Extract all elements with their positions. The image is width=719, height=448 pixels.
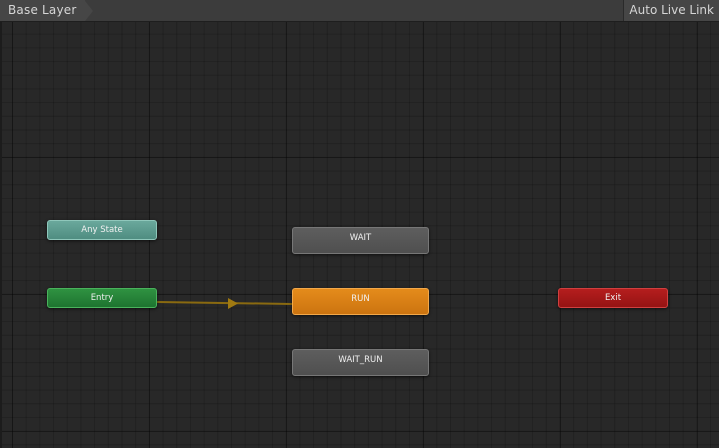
state-run[interactable]: RUN bbox=[292, 288, 429, 315]
state-wait-run[interactable]: WAIT_RUN bbox=[292, 349, 429, 376]
state-label: WAIT_RUN bbox=[338, 355, 383, 365]
state-exit[interactable]: Exit bbox=[558, 288, 668, 308]
state-wait[interactable]: WAIT bbox=[292, 227, 429, 254]
animator-toolbar: Base Layer Auto Live Link bbox=[0, 0, 719, 22]
state-label: Entry bbox=[90, 293, 114, 303]
state-label: Any State bbox=[81, 225, 123, 235]
state-any-state[interactable]: Any State bbox=[47, 220, 157, 240]
breadcrumb-arrow-icon bbox=[84, 0, 93, 21]
state-label: RUN bbox=[351, 294, 370, 304]
state-entry[interactable]: Entry bbox=[47, 288, 157, 308]
breadcrumb[interactable]: Base Layer bbox=[0, 0, 93, 21]
state-label: Exit bbox=[604, 293, 622, 303]
breadcrumb-base-layer[interactable]: Base Layer bbox=[0, 0, 85, 21]
graph-left-border bbox=[0, 22, 2, 448]
animator-window: Base Layer Auto Live Link Any State Entr… bbox=[0, 0, 719, 448]
state-label: WAIT bbox=[349, 233, 372, 243]
auto-live-link-button[interactable]: Auto Live Link bbox=[623, 0, 719, 21]
